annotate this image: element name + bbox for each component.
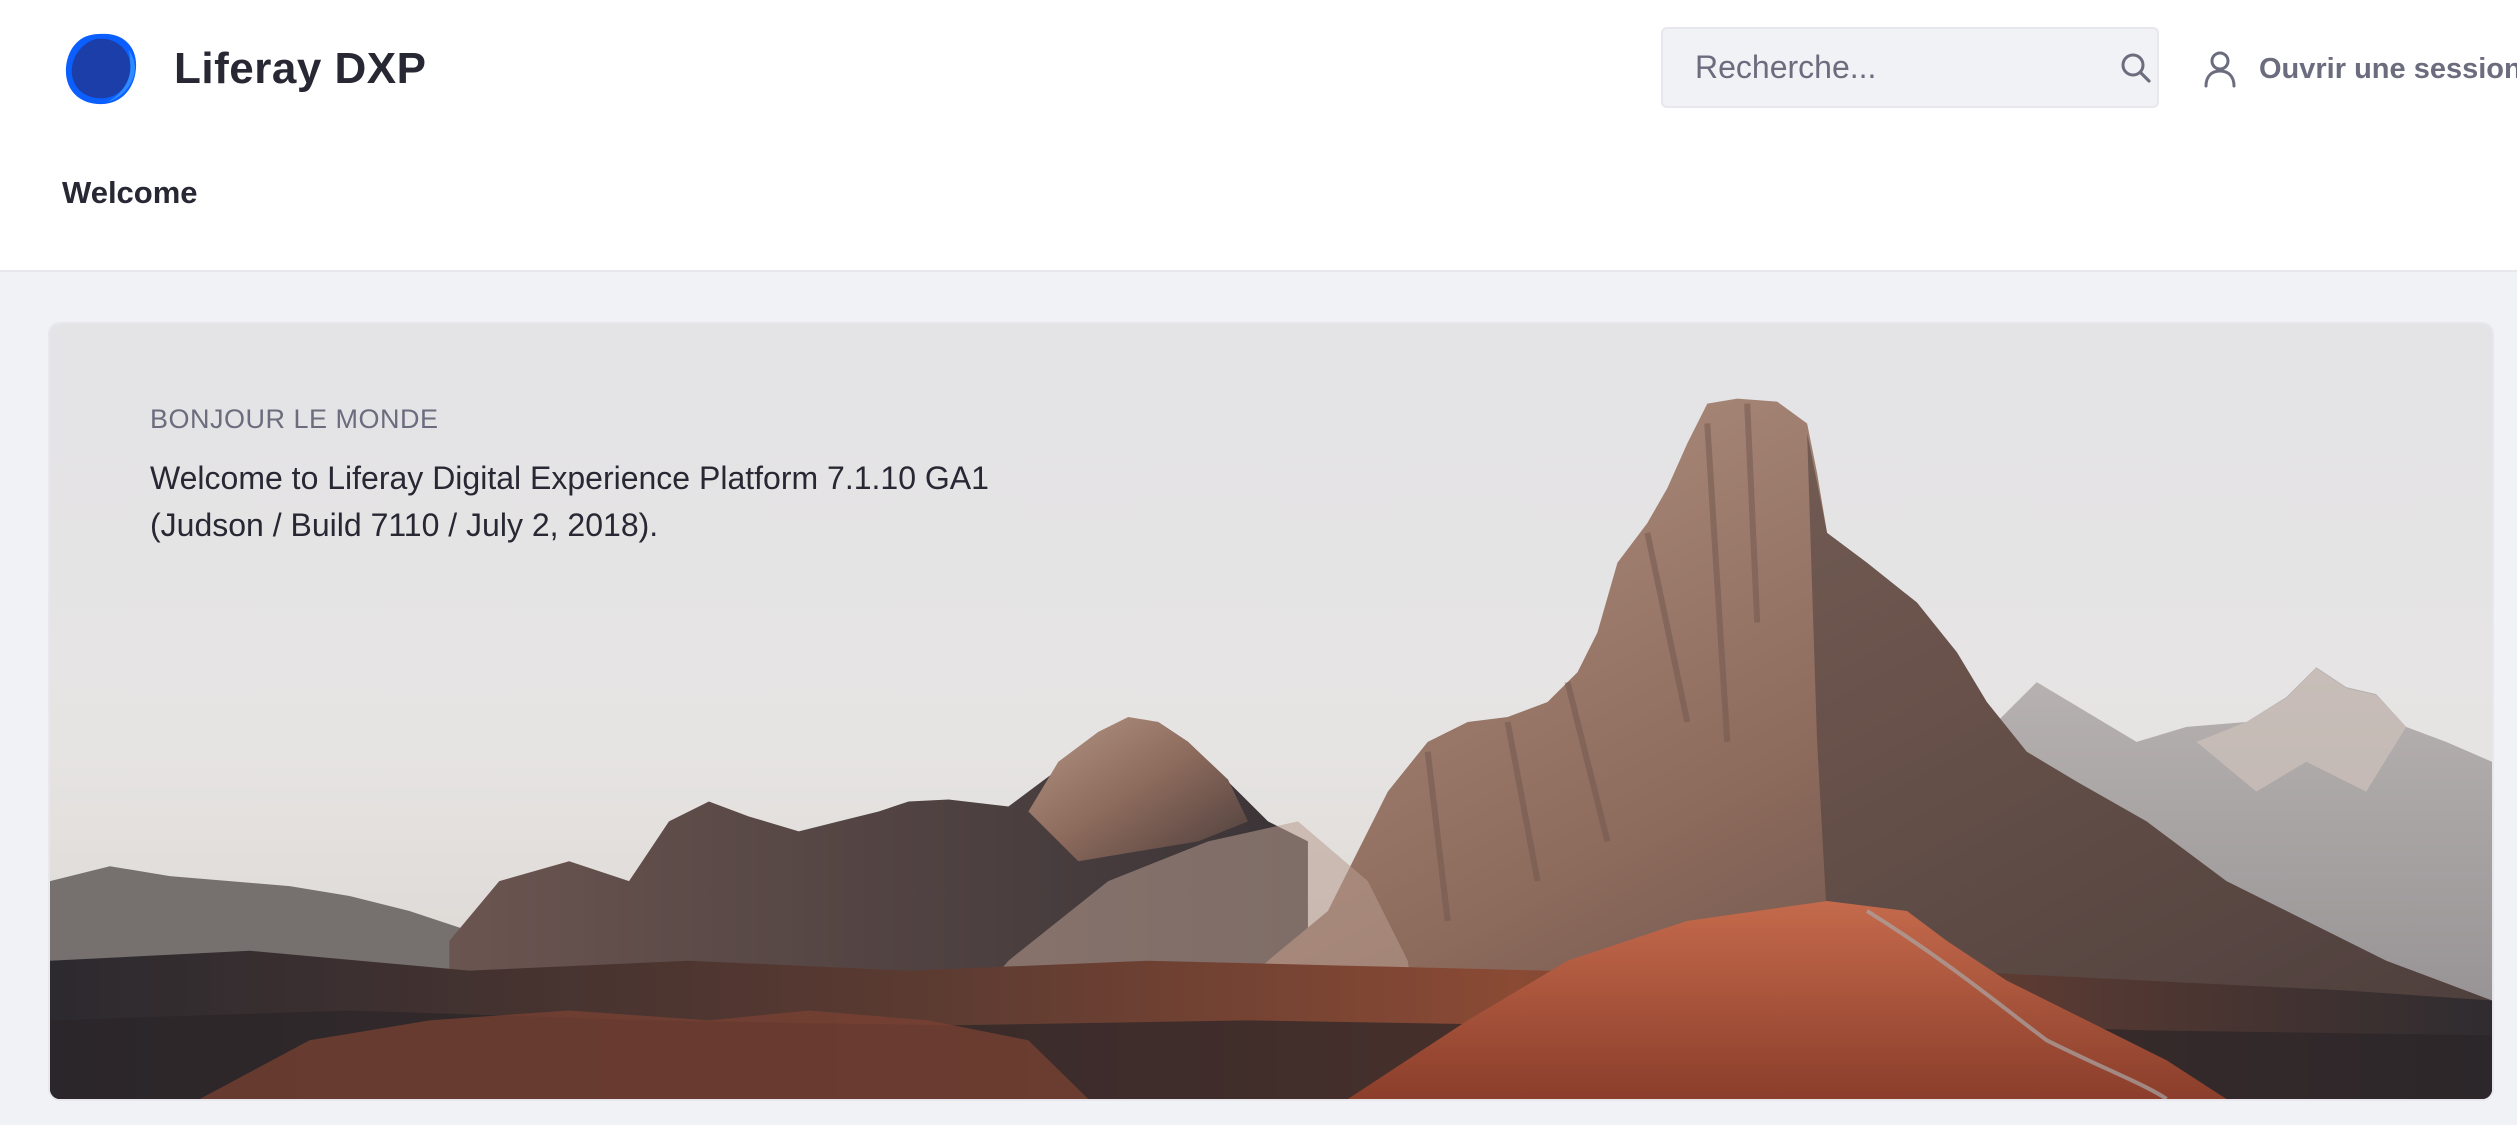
- search-box: [1661, 27, 2159, 108]
- liferay-logo-icon: [65, 33, 137, 104]
- search-icon: [2121, 53, 2151, 83]
- signin-label: Ouvrir une session: [2259, 52, 2517, 85]
- search-button[interactable]: [2115, 29, 2157, 106]
- hero-line: (Judson / Build 7110 / July 2, 2018).: [150, 507, 659, 543]
- nav-item-welcome[interactable]: Welcome: [62, 175, 198, 211]
- signin-link[interactable]: Ouvrir une session: [2203, 40, 2517, 98]
- hero-text: BONJOUR LE MONDE Welcome to Liferay Digi…: [150, 404, 1250, 549]
- hero-line: Welcome to Liferay Digital Experience Pl…: [150, 460, 989, 496]
- hero-banner: BONJOUR LE MONDE Welcome to Liferay Digi…: [48, 322, 2494, 1101]
- brand-name: Liferay DXP: [174, 43, 427, 93]
- hero-kicker: BONJOUR LE MONDE: [150, 404, 439, 434]
- main-navigation: Welcome: [62, 175, 198, 211]
- brand-link[interactable]: Liferay DXP: [62, 26, 426, 111]
- user-icon: [2204, 51, 2236, 88]
- search-input[interactable]: [1663, 29, 2115, 106]
- site-header: Liferay DXP Ouvrir une session Welcome: [0, 0, 2517, 272]
